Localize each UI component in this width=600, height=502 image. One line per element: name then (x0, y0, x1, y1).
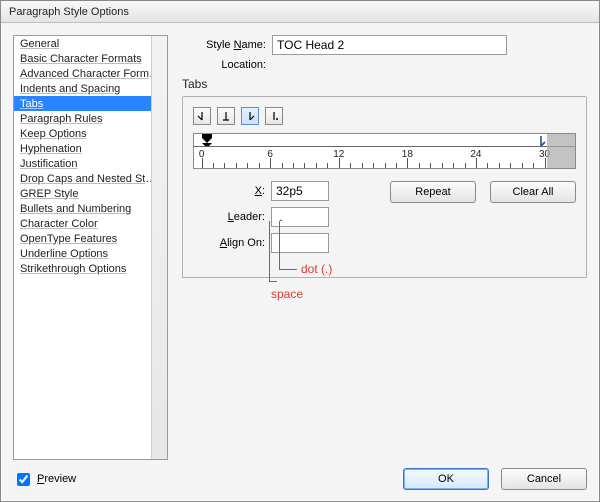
sidebar-item[interactable]: Advanced Character Formats (14, 66, 167, 81)
tab-type-row (193, 107, 576, 125)
titlebar: Paragraph Style Options (1, 1, 599, 23)
sidebar-item[interactable]: Paragraph Rules (14, 111, 167, 126)
ruler-tick-label: 0 (199, 149, 205, 160)
sidebar-item[interactable]: GREP Style (14, 186, 167, 201)
right-tab-icon (245, 111, 255, 121)
style-name-label: Style Name: (182, 39, 272, 51)
leader-label: Leader: (193, 211, 271, 223)
annotation-line (269, 281, 277, 282)
section-title-tabs: Tabs (182, 77, 587, 91)
ruler-ticks: 0612182430 (194, 146, 575, 168)
sidebar-item[interactable]: Justification (14, 156, 167, 171)
dialog-footer: Preview OK Cancel (1, 465, 599, 501)
main-panel: Style Name: Location: Tabs (182, 35, 587, 465)
sidebar-item[interactable]: Tabs (14, 96, 167, 111)
left-tab-icon (197, 111, 207, 121)
ok-button[interactable]: OK (403, 468, 489, 490)
annotation-dot: dot (.) (301, 262, 332, 276)
sidebar-item[interactable]: Bullets and Numbering (14, 201, 167, 216)
ruler-overflow-region (547, 134, 575, 168)
right-tab-button[interactable] (241, 107, 259, 125)
annotation-line (269, 221, 270, 281)
clear-all-button[interactable]: Clear All (490, 181, 576, 203)
sidebar-item[interactable]: Basic Character Formats (14, 51, 167, 66)
tab-ruler[interactable]: 0612182430 (193, 133, 576, 169)
ruler-tick-label: 12 (333, 149, 344, 160)
annotation-line (279, 221, 280, 269)
annotation-space: space (271, 287, 303, 301)
category-sidebar: GeneralBasic Character FormatsAdvanced C… (13, 35, 168, 460)
dialog-content: GeneralBasic Character FormatsAdvanced C… (1, 23, 599, 465)
repeat-button[interactable]: Repeat (390, 181, 476, 203)
sidebar-item[interactable]: Keep Options (14, 126, 167, 141)
cancel-button[interactable]: Cancel (501, 468, 587, 490)
sidebar-item[interactable]: Underline Options (14, 246, 167, 261)
annotation-line (279, 269, 297, 270)
decimal-tab-icon (269, 111, 279, 121)
preview-label: Preview (37, 473, 76, 485)
sidebar-item[interactable]: Hyphenation (14, 141, 167, 156)
align-on-label: Align On: (193, 237, 271, 249)
dialog-paragraph-style-options: Paragraph Style Options GeneralBasic Cha… (0, 0, 600, 502)
ruler-tick-label: 6 (267, 149, 273, 160)
preview-checkbox[interactable]: Preview (13, 470, 76, 489)
x-label: X: (193, 185, 271, 197)
preview-checkbox-input[interactable] (17, 473, 30, 486)
center-tab-button[interactable] (217, 107, 235, 125)
x-input[interactable] (271, 181, 329, 201)
window-title: Paragraph Style Options (9, 6, 129, 18)
sidebar-item[interactable]: General (14, 36, 167, 51)
sidebar-item[interactable]: Indents and Spacing (14, 81, 167, 96)
sidebar-item[interactable]: OpenType Features (14, 231, 167, 246)
scrollbar[interactable] (151, 36, 167, 459)
location-label: Location: (182, 59, 272, 71)
category-list: GeneralBasic Character FormatsAdvanced C… (14, 36, 167, 459)
ruler-tick-label: 24 (470, 149, 481, 160)
center-tab-icon (221, 111, 231, 121)
style-name-input[interactable] (272, 35, 507, 55)
decimal-tab-button[interactable] (265, 107, 283, 125)
ruler-tick-label: 18 (402, 149, 413, 160)
tabs-panel: 0612182430 X: Leader: (182, 97, 587, 278)
left-tab-button[interactable] (193, 107, 211, 125)
sidebar-item[interactable]: Drop Caps and Nested Styles (14, 171, 167, 186)
sidebar-item[interactable]: Strikethrough Options (14, 261, 167, 276)
sidebar-item[interactable]: Character Color (14, 216, 167, 231)
